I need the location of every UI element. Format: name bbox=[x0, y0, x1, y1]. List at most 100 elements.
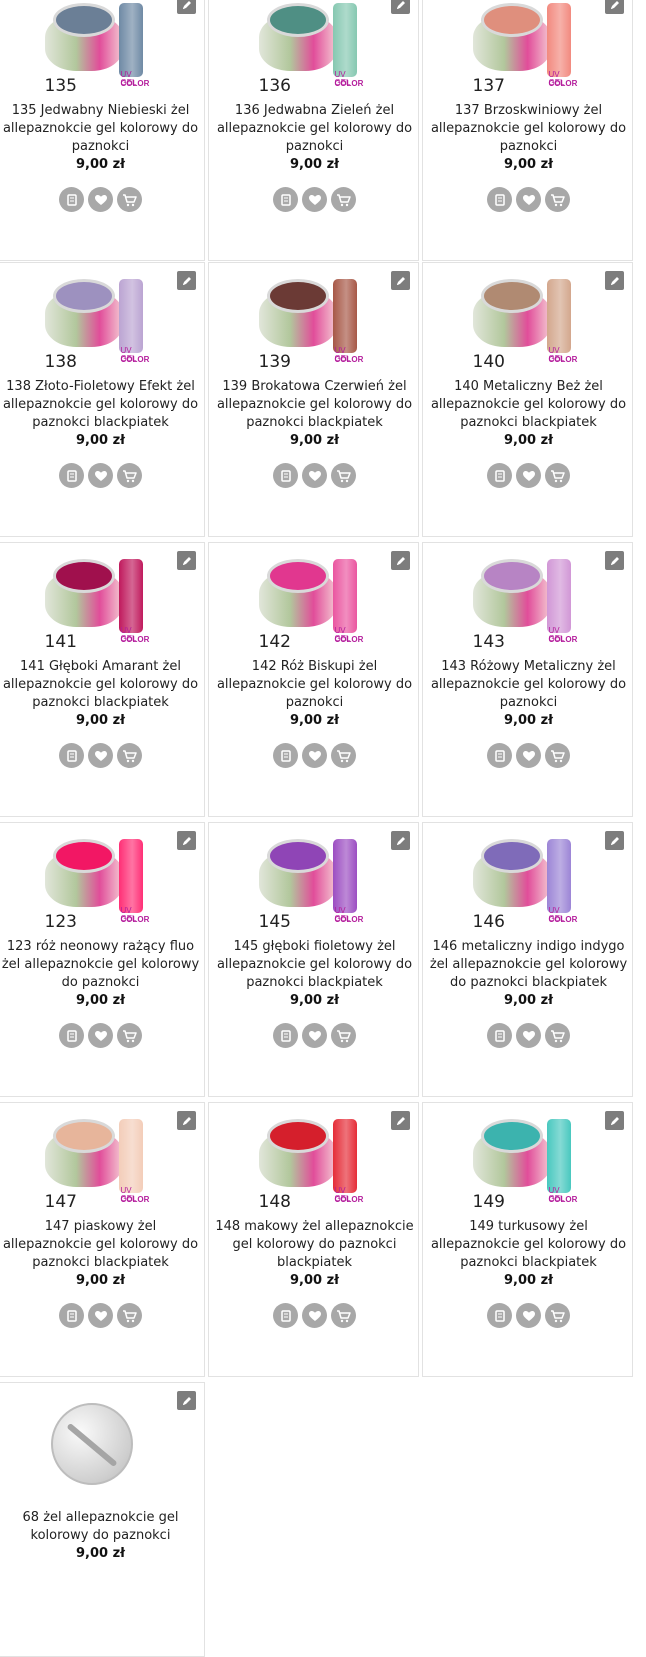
product-image[interactable]: UV GEL COLOR 136 bbox=[258, 0, 369, 101]
product-title[interactable]: 123 róż neonowy rażący fluo żel allepazn… bbox=[0, 938, 202, 1010]
product-card[interactable]: UV GEL COLOR 140 140 Metaliczny Beż żel all… bbox=[422, 262, 633, 537]
heart-button[interactable] bbox=[302, 463, 327, 488]
cart-button[interactable] bbox=[545, 743, 570, 768]
cart-button[interactable] bbox=[331, 187, 356, 212]
compare-button[interactable] bbox=[273, 1303, 298, 1328]
product-image[interactable]: UV GEL COLOR 149 bbox=[472, 1111, 583, 1217]
product-card[interactable]: UV GEL COLOR 137 137 Brzoskwiniowy żel alle… bbox=[422, 0, 633, 261]
cart-button[interactable] bbox=[545, 463, 570, 488]
cart-button[interactable] bbox=[331, 463, 356, 488]
product-name-link[interactable]: 140 Metaliczny Beż żel allepaznokcie gel… bbox=[431, 379, 626, 430]
heart-button[interactable] bbox=[516, 743, 541, 768]
product-title[interactable]: 136 Jedwabna Zieleń żel allepaznokcie ge… bbox=[213, 102, 416, 174]
product-title[interactable]: 141 Głęboki Amarant żel allepaznokcie ge… bbox=[0, 658, 202, 730]
cart-button[interactable] bbox=[331, 1303, 356, 1328]
edit-button[interactable] bbox=[177, 831, 196, 850]
product-title[interactable]: 146 metaliczny indigo indygo żel allepaz… bbox=[427, 938, 630, 1010]
cart-button[interactable] bbox=[117, 463, 142, 488]
heart-button[interactable] bbox=[302, 187, 327, 212]
edit-button[interactable] bbox=[177, 1111, 196, 1130]
product-card[interactable]: UV GEL COLOR 142 142 Róż Biskupi żel allepa… bbox=[208, 542, 419, 817]
edit-button[interactable] bbox=[605, 831, 624, 850]
cart-button[interactable] bbox=[545, 1023, 570, 1048]
heart-button[interactable] bbox=[516, 1303, 541, 1328]
heart-button[interactable] bbox=[302, 1023, 327, 1048]
product-card[interactable]: UV GEL COLOR 138 138 Złoto-Fioletowy Efekt … bbox=[0, 262, 205, 537]
product-title[interactable]: 140 Metaliczny Beż żel allepaznokcie gel… bbox=[427, 378, 630, 450]
product-card[interactable]: 68 żel allepaznokcie gel kolorowy do paz… bbox=[0, 1382, 205, 1657]
product-name-link[interactable]: 68 żel allepaznokcie gel kolorowy do paz… bbox=[23, 1510, 179, 1543]
edit-button[interactable] bbox=[605, 0, 624, 14]
edit-button[interactable] bbox=[391, 831, 410, 850]
compare-button[interactable] bbox=[487, 463, 512, 488]
compare-button[interactable] bbox=[487, 1303, 512, 1328]
heart-button[interactable] bbox=[88, 743, 113, 768]
product-name-link[interactable]: 135 Jedwabny Niebieski żel allepaznokcie… bbox=[3, 103, 198, 154]
edit-button[interactable] bbox=[605, 551, 624, 570]
edit-button[interactable] bbox=[391, 0, 410, 14]
compare-button[interactable] bbox=[59, 1023, 84, 1048]
product-image[interactable]: UV GEL COLOR 123 bbox=[44, 831, 155, 937]
heart-button[interactable] bbox=[302, 743, 327, 768]
product-name-link[interactable]: 146 metaliczny indigo indygo żel allepaz… bbox=[430, 939, 627, 990]
product-name-link[interactable]: 137 Brzoskwiniowy żel allepaznokcie gel … bbox=[431, 103, 626, 154]
cart-button[interactable] bbox=[117, 187, 142, 212]
product-card[interactable]: UV GEL COLOR 149 149 turkusowy żel allepazn… bbox=[422, 1102, 633, 1377]
edit-button[interactable] bbox=[177, 0, 196, 14]
edit-button[interactable] bbox=[391, 1111, 410, 1130]
edit-button[interactable] bbox=[605, 271, 624, 290]
edit-button[interactable] bbox=[391, 271, 410, 290]
product-image[interactable]: UV GEL COLOR 145 bbox=[258, 831, 369, 937]
cart-button[interactable] bbox=[117, 1303, 142, 1328]
product-title[interactable]: 145 głęboki fioletowy żel allepaznokcie … bbox=[213, 938, 416, 1010]
product-image[interactable]: UV GEL COLOR 147 bbox=[44, 1111, 155, 1217]
product-image[interactable]: UV GEL COLOR 141 bbox=[44, 551, 155, 657]
product-image[interactable]: UV GEL COLOR 139 bbox=[258, 271, 369, 377]
product-card[interactable]: UV GEL COLOR 148 148 makowy żel allepaznokc… bbox=[208, 1102, 419, 1377]
compare-button[interactable] bbox=[273, 743, 298, 768]
compare-button[interactable] bbox=[487, 187, 512, 212]
heart-button[interactable] bbox=[88, 187, 113, 212]
product-image[interactable]: UV GEL COLOR 146 bbox=[472, 831, 583, 937]
compare-button[interactable] bbox=[273, 463, 298, 488]
product-card[interactable]: UV GEL COLOR 146 146 metaliczny indigo indy… bbox=[422, 822, 633, 1097]
product-image[interactable]: UV GEL COLOR 148 bbox=[258, 1111, 369, 1217]
heart-button[interactable] bbox=[516, 1023, 541, 1048]
product-name-link[interactable]: 136 Jedwabna Zieleń żel allepaznokcie ge… bbox=[217, 103, 412, 154]
product-title[interactable]: 137 Brzoskwiniowy żel allepaznokcie gel … bbox=[427, 102, 630, 174]
cart-button[interactable] bbox=[545, 1303, 570, 1328]
product-title[interactable]: 143 Różowy Metaliczny żel allepaznokcie … bbox=[427, 658, 630, 730]
product-title[interactable]: 142 Róż Biskupi żel allepaznokcie gel ko… bbox=[213, 658, 416, 730]
product-name-link[interactable]: 142 Róż Biskupi żel allepaznokcie gel ko… bbox=[217, 659, 412, 710]
compare-button[interactable] bbox=[487, 743, 512, 768]
edit-button[interactable] bbox=[177, 1391, 196, 1410]
heart-button[interactable] bbox=[302, 1303, 327, 1328]
product-title[interactable]: 149 turkusowy żel allepaznokcie gel kolo… bbox=[427, 1218, 630, 1290]
product-card[interactable]: UV GEL COLOR 136 136 Jedwabna Zieleń żel al… bbox=[208, 0, 419, 261]
product-card[interactable]: UV GEL COLOR 135 135 Jedwabny Niebieski żel… bbox=[0, 0, 205, 261]
compare-button[interactable] bbox=[59, 1303, 84, 1328]
cart-button[interactable] bbox=[117, 743, 142, 768]
heart-button[interactable] bbox=[88, 463, 113, 488]
edit-button[interactable] bbox=[177, 551, 196, 570]
compare-button[interactable] bbox=[59, 743, 84, 768]
edit-button[interactable] bbox=[177, 271, 196, 290]
compare-button[interactable] bbox=[273, 1023, 298, 1048]
product-card[interactable]: UV GEL COLOR 147 147 piaskowy żel allepazno… bbox=[0, 1102, 205, 1377]
product-name-link[interactable]: 139 Brokatowa Czerwień żel allepaznokcie… bbox=[217, 379, 412, 430]
product-image[interactable]: UV GEL COLOR 142 bbox=[258, 551, 369, 657]
heart-button[interactable] bbox=[516, 187, 541, 212]
product-card[interactable]: UV GEL COLOR 143 143 Różowy Metaliczny żel … bbox=[422, 542, 633, 817]
product-card[interactable]: UV GEL COLOR 139 139 Brokatowa Czerwień żel… bbox=[208, 262, 419, 537]
heart-button[interactable] bbox=[88, 1023, 113, 1048]
cart-button[interactable] bbox=[331, 743, 356, 768]
cart-button[interactable] bbox=[117, 1023, 142, 1048]
heart-button[interactable] bbox=[516, 463, 541, 488]
product-image[interactable]: UV GEL COLOR 138 bbox=[44, 271, 155, 377]
product-title[interactable]: 68 żel allepaznokcie gel kolorowy do paz… bbox=[0, 1509, 202, 1563]
cart-button[interactable] bbox=[331, 1023, 356, 1048]
product-image[interactable]: UV GEL COLOR 135 bbox=[44, 0, 155, 101]
product-card[interactable]: UV GEL COLOR 145 145 głęboki fioletowy żel … bbox=[208, 822, 419, 1097]
product-name-link[interactable]: 143 Różowy Metaliczny żel allepaznokcie … bbox=[431, 659, 626, 710]
product-title[interactable]: 139 Brokatowa Czerwień żel allepaznokcie… bbox=[213, 378, 416, 450]
